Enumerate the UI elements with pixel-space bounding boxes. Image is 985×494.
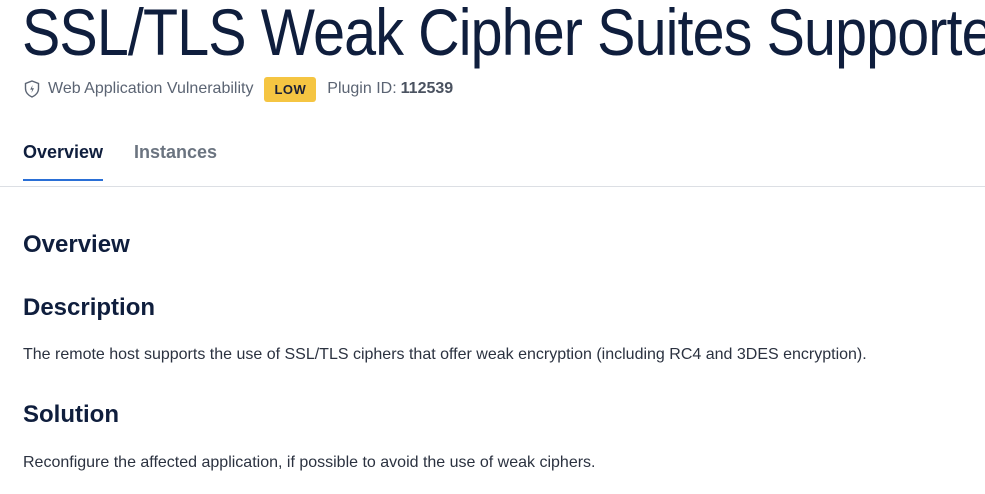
description-text: The remote host supports the use of SSL/…	[23, 346, 867, 363]
severity-badge: LOW	[264, 76, 317, 102]
plugin-meta: Web Application Vulnerability LOW Plugin…	[24, 76, 453, 102]
page-title: SSL/TLS Weak Cipher Suites Supported	[22, 0, 985, 69]
tab-overview[interactable]: Overview	[23, 142, 104, 181]
shield-icon	[24, 80, 40, 98]
plugin-id-label: Plugin ID:	[327, 80, 397, 97]
solution-heading: Solution	[23, 401, 119, 428]
tab-bar: Overview Instances	[0, 130, 985, 187]
plugin-id-value: 112539	[400, 80, 454, 97]
overview-heading: Overview	[23, 231, 130, 258]
tab-instances[interactable]: Instances	[134, 142, 217, 179]
category-label: Web Application Vulnerability	[48, 80, 254, 97]
solution-text: Reconfigure the affected application, if…	[23, 454, 596, 471]
description-heading: Description	[23, 294, 156, 321]
